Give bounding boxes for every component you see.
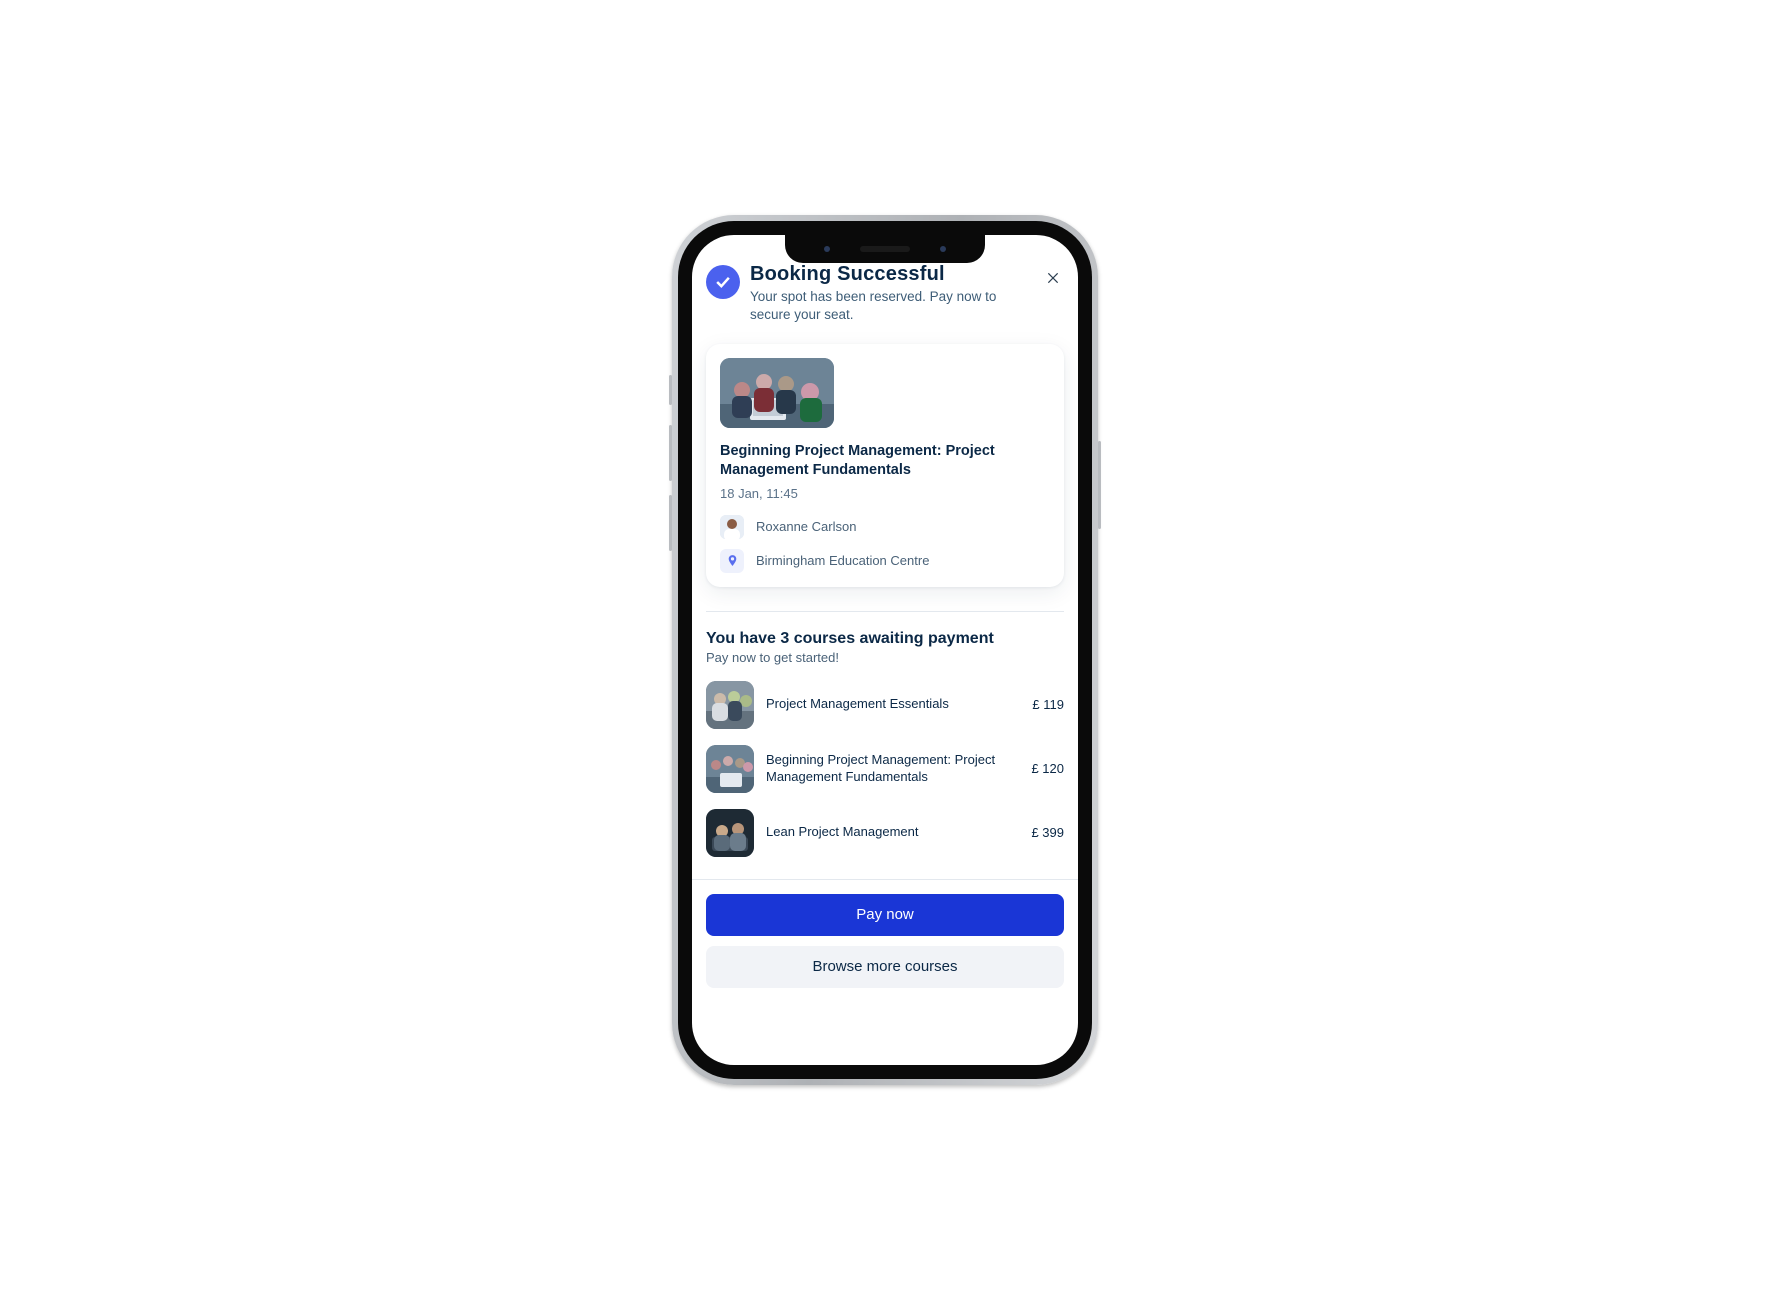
pay-now-button[interactable]: Pay now [706,894,1064,936]
awaiting-course-price: £ 119 [1024,697,1064,712]
booked-course-title: Beginning Project Management: Project Ma… [720,442,1050,480]
list-item[interactable]: Lean Project Management £ 399 [706,809,1064,857]
location-name: Birmingham Education Centre [756,553,929,568]
page-title: Booking Successful [750,263,1034,286]
booked-course-datetime: 18 Jan, 11:45 [720,486,1050,501]
phone-frame: Booking Successful Your spot has been re… [672,215,1098,1085]
awaiting-course-name: Project Management Essentials [766,696,1012,713]
side-button [1098,441,1101,529]
list-item[interactable]: Project Management Essentials £ 119 [706,681,1064,729]
course-thumbnail [706,745,754,793]
instructor-row: Roxanne Carlson [720,515,1050,539]
divider [706,611,1064,612]
list-item[interactable]: Beginning Project Management: Project Ma… [706,745,1064,793]
side-button [669,495,672,551]
checkmark-icon [706,265,740,299]
awaiting-course-price: £ 120 [1023,761,1064,776]
awaiting-course-list: Project Management Essentials £ 119 Begi… [706,681,1064,857]
close-button[interactable] [1042,267,1064,289]
instructor-avatar [720,515,744,539]
booking-card: Beginning Project Management: Project Ma… [706,344,1064,587]
course-thumbnail [706,809,754,857]
awaiting-course-name: Lean Project Management [766,824,1011,841]
footer-actions: Pay now Browse more courses [692,879,1078,988]
phone-notch [785,235,985,263]
confirmation-header: Booking Successful Your spot has been re… [706,263,1064,324]
course-thumbnail [706,681,754,729]
course-thumbnail [720,358,834,428]
page-subtitle: Your spot has been reserved. Pay now to … [750,288,1034,324]
awaiting-payment-subtitle: Pay now to get started! [706,650,1064,665]
location-pin-icon [720,549,744,573]
awaiting-course-price: £ 399 [1023,825,1064,840]
awaiting-course-name: Beginning Project Management: Project Ma… [766,752,1011,786]
instructor-name: Roxanne Carlson [756,519,856,534]
awaiting-payment-title: You have 3 courses awaiting payment [706,630,1064,648]
location-row: Birmingham Education Centre [720,549,1050,573]
side-button [669,425,672,481]
browse-more-button[interactable]: Browse more courses [706,946,1064,988]
close-icon [1046,271,1060,285]
side-button [669,375,672,405]
